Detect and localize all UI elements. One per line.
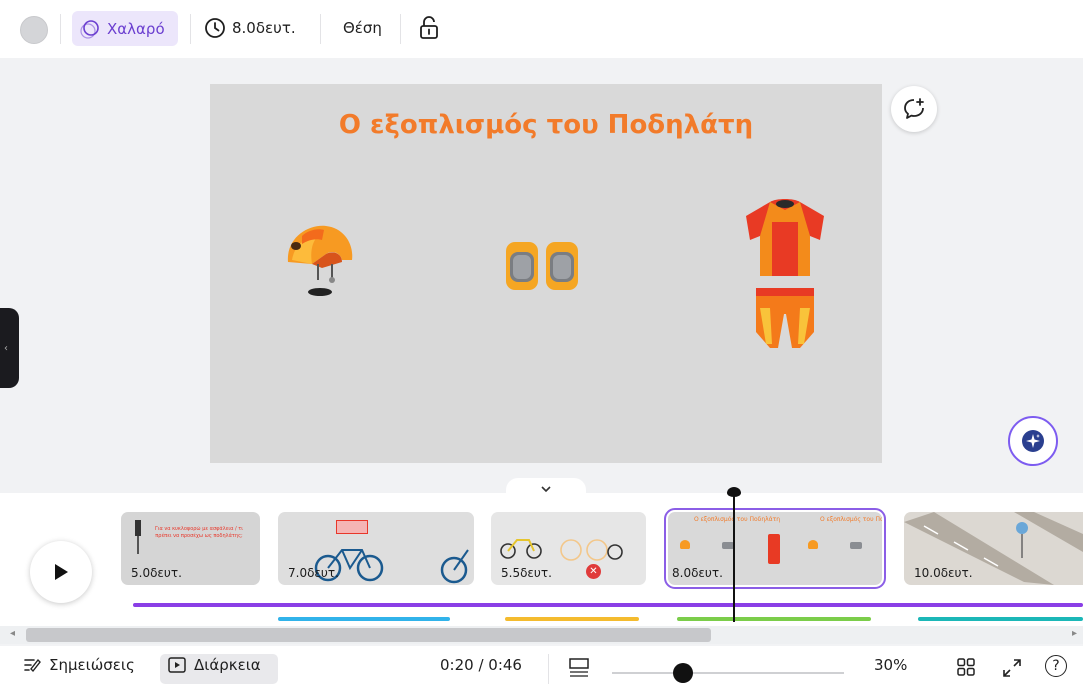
position-label: Θέση: [343, 19, 382, 37]
clip-duration: 5.0δευτ.: [131, 566, 182, 580]
comment-button[interactable]: [891, 86, 937, 132]
notes-icon: [24, 658, 41, 673]
sparkle-icon: [1022, 430, 1044, 452]
clip-duration: 10.0δευτ.: [914, 566, 973, 580]
fullscreen-button[interactable]: [1002, 658, 1022, 678]
slide-canvas[interactable]: Ο εξοπλισμός του Ποδηλάτη: [210, 84, 882, 463]
cycling-kit-icon[interactable]: [740, 196, 830, 358]
clip-duration: 5.5δευτ.: [501, 566, 552, 580]
chevron-down-icon: [541, 486, 551, 493]
time-readout: 0:20 / 0:46: [440, 656, 522, 674]
duration-label: 8.0δευτ.: [232, 19, 296, 37]
traffic-light-icon: [135, 520, 141, 554]
bicycle-icon: [500, 539, 542, 559]
play-button[interactable]: [30, 541, 92, 603]
timeline-scrollbar[interactable]: ◂ ▸: [0, 626, 1083, 644]
timeline-clip[interactable]: ✕ 5.5δευτ.: [491, 512, 646, 585]
timeline-scroll-thumb[interactable]: [26, 628, 711, 642]
notes-label: Σημειώσεις: [49, 656, 135, 674]
side-panel-toggle[interactable]: ‹: [0, 308, 19, 388]
top-toolbar: Χαλαρό 8.0δευτ. Θέση: [0, 0, 1083, 58]
cycling-kit-thumb-icon: [768, 534, 780, 564]
toolbar-divider: [400, 14, 401, 44]
toolbar-divider: [60, 14, 61, 44]
clip-caption-repeat: Ο εξοπλισμός του Ποδηλάτη: [820, 516, 882, 523]
zoom-slider-track[interactable]: [612, 672, 844, 674]
play-box-icon: [168, 657, 186, 673]
error-icon: ✕: [586, 564, 601, 579]
help-label: ?: [1052, 658, 1060, 674]
bottom-divider: [548, 654, 549, 684]
grid-view-icon: [957, 658, 975, 676]
helmet-icon[interactable]: [282, 220, 358, 300]
zoom-level-text: 30%: [874, 656, 908, 674]
duration-button[interactable]: 8.0δευτ.: [204, 17, 296, 39]
knee-pads-thumb-icon: [850, 542, 862, 549]
play-icon: [55, 564, 68, 580]
expand-icon: [1003, 659, 1021, 677]
audio-track-main[interactable]: [133, 603, 1083, 607]
magic-assistant-button[interactable]: [1008, 416, 1058, 466]
helmet-thumb-icon: [680, 540, 690, 549]
position-button[interactable]: Θέση: [343, 19, 382, 37]
lock-button[interactable]: [418, 15, 440, 41]
help-icon: ?: [1045, 655, 1067, 677]
audio-track[interactable]: [918, 617, 1083, 621]
timeline-view-icon: [569, 658, 589, 677]
clip-sign: [336, 520, 368, 534]
help-button[interactable]: ?: [1045, 655, 1067, 677]
comment-add-icon: [904, 98, 924, 119]
bottom-bar: Σημειώσεις Διάρκεια 0:20 / 0:46 30% ?: [0, 646, 1083, 690]
zoom-level: 30%: [874, 656, 907, 674]
audio-track[interactable]: [278, 617, 450, 621]
helmet-thumb-icon: [808, 540, 818, 549]
color-swatch-button[interactable]: [20, 16, 48, 44]
timeline-clip[interactable]: 10.0δευτ.: [904, 512, 1083, 585]
bicycle-icon: [440, 549, 469, 584]
duration-toggle-label: Διάρκεια: [194, 656, 261, 674]
time-readout-text: 0:20 / 0:46: [440, 656, 522, 674]
animation-label: Χαλαρό: [107, 19, 165, 38]
toolbar-divider: [190, 14, 191, 44]
animation-button[interactable]: Χαλαρό: [72, 11, 178, 46]
timeline-view-button[interactable]: [569, 657, 589, 677]
scroll-left-icon[interactable]: ◂: [10, 628, 15, 639]
clip-duration: 7.0δευτ.: [288, 566, 339, 580]
unlock-icon: [420, 16, 438, 39]
animation-icon: [80, 19, 99, 39]
timeline-clip[interactable]: 7.0δευτ.: [278, 512, 474, 585]
bicycle-icon: [560, 539, 623, 561]
clock-icon: [205, 18, 225, 38]
timeline-clip[interactable]: Για να κυκλοφορώ με ασφάλεια / τι πρέπει…: [121, 512, 260, 585]
duration-toggle-content[interactable]: Διάρκεια: [168, 656, 261, 674]
scroll-right-icon[interactable]: ▸: [1072, 628, 1077, 639]
audio-track[interactable]: [677, 617, 871, 621]
audio-track[interactable]: [505, 617, 639, 621]
toolbar-divider: [320, 14, 321, 44]
clip-caption: Για να κυκλοφορώ με ασφάλεια / τι πρέπει…: [155, 526, 243, 539]
slide-title[interactable]: Ο εξοπλισμός του Ποδηλάτη: [210, 110, 882, 140]
grid-view-button[interactable]: [957, 658, 975, 676]
playhead-handle[interactable]: [727, 487, 741, 497]
clip-caption: Ο εξοπλισμός του Ποδηλάτη: [694, 516, 781, 523]
timeline-clip-selected[interactable]: Ο εξοπλισμός του Ποδηλάτη Ο εξοπλισμός τ…: [664, 508, 886, 589]
notes-button[interactable]: Σημειώσεις: [24, 656, 135, 674]
clip-duration: 8.0δευτ.: [672, 566, 723, 580]
knee-pads-icon[interactable]: [502, 238, 582, 294]
zoom-slider-handle[interactable]: [673, 663, 693, 683]
collapse-timeline-button[interactable]: [506, 478, 586, 500]
playhead[interactable]: [733, 489, 735, 622]
